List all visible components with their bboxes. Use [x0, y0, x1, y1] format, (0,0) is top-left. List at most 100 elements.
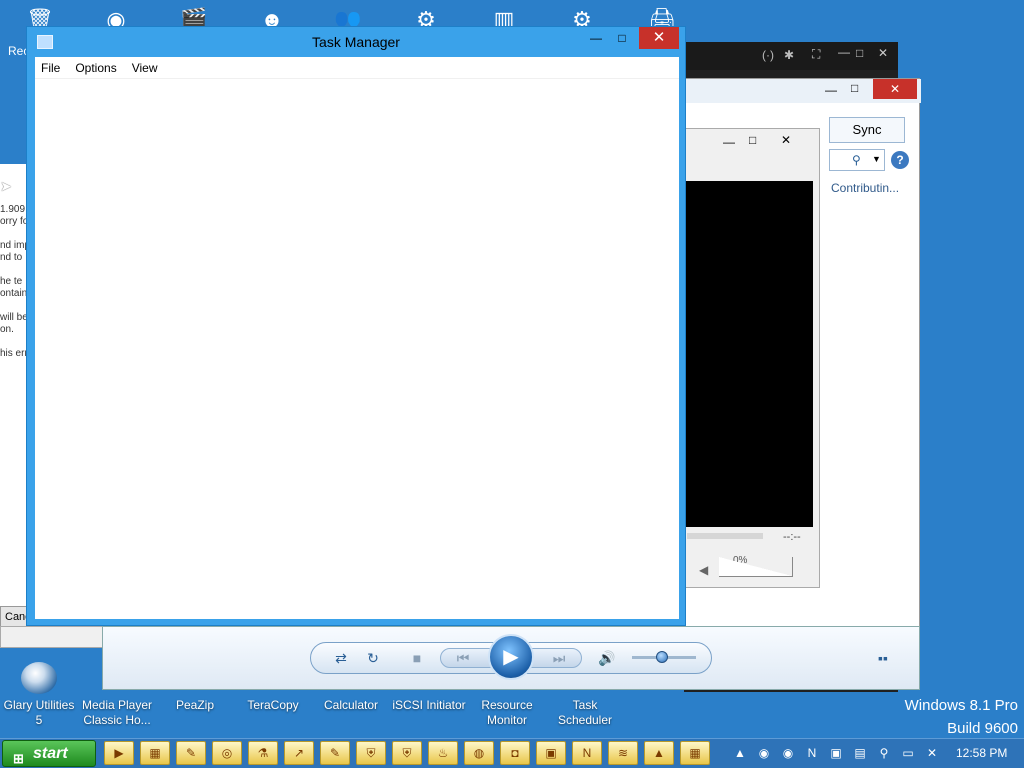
menu-options[interactable]: Options — [75, 61, 116, 75]
dialog-text-line: he te — [0, 276, 23, 287]
minimize-icon[interactable]: — — [838, 45, 850, 59]
taskbar-app-icon[interactable]: ♨ — [428, 741, 458, 765]
fullscreen-icon[interactable]: ⛶ — [812, 47, 820, 62]
start-button[interactable]: ⊞ start — [2, 740, 96, 767]
dialog-text-line: ontain — [0, 288, 28, 299]
task-manager-body[interactable]: File Options View — [35, 57, 679, 619]
desktop-icon[interactable]: Task Scheduler — [546, 662, 624, 728]
tray-icon[interactable]: ◉ — [756, 745, 772, 761]
desktop-icon-label: Resource Monitor — [481, 698, 533, 727]
taskbar-app-icon[interactable]: ◘ — [500, 741, 530, 765]
tray-icon[interactable]: ✕ — [924, 745, 940, 761]
tray-icon[interactable]: ▭ — [900, 745, 916, 761]
clock[interactable]: 12:58 PM — [956, 746, 1007, 760]
desktop-icon[interactable]: PeaZip — [156, 662, 234, 713]
desktop-icon[interactable]: Media Player Classic Ho... — [78, 662, 156, 728]
dialog-text-line: nd to — [0, 252, 23, 263]
tray-icon[interactable]: ▤ — [852, 745, 868, 761]
desktop-icon-label: Calculator — [323, 698, 379, 712]
watermark-edition: Windows 8.1 Pro — [904, 697, 1018, 714]
search-box[interactable]: ⚲ ▼ — [829, 149, 885, 171]
windows-watermark: Windows 8.1 Pro Build 9600 — [905, 694, 1018, 740]
maximize-icon[interactable]: □ — [856, 46, 863, 60]
switch-to-library-icon[interactable]: ▪▪ — [872, 648, 894, 668]
video-area[interactable] — [685, 181, 813, 527]
desktop-icon[interactable]: Calculator — [312, 662, 390, 713]
search-icon: ⚲ — [852, 153, 861, 167]
taskbar-app-icon[interactable]: ◎ — [212, 741, 242, 765]
wifi-signal-icon: (·) — [762, 48, 774, 62]
task-manager-window[interactable]: Task Manager — □ ✕ File Options View — [26, 26, 686, 626]
equalizer-icon: ✱ — [784, 48, 795, 62]
taskbar-app-icon[interactable]: ▦ — [140, 741, 170, 765]
close-icon[interactable]: ✕ — [878, 46, 888, 60]
tray-icon[interactable]: ⚲ — [876, 745, 892, 761]
taskbar-app-icon[interactable]: ↗ — [284, 741, 314, 765]
close-icon[interactable]: ✕ — [873, 79, 917, 99]
desktop-icon[interactable]: TeraCopy — [234, 662, 312, 713]
dialog-text-line — [0, 300, 29, 312]
volume-wedge[interactable] — [719, 557, 793, 577]
tray-icon[interactable]: ▣ — [828, 745, 844, 761]
taskbar-app-icon[interactable]: ✎ — [176, 741, 206, 765]
dialog-text-line: orry fo — [0, 216, 29, 227]
media-player-titlebar[interactable]: (·) ✱ ⛶ — □ ✕ — [684, 42, 898, 70]
start-label: start — [33, 745, 68, 762]
taskbar-app-icon[interactable]: ◍ — [464, 741, 494, 765]
minimize-icon[interactable]: — — [723, 135, 735, 149]
mouse-cursor-icon: ➤ — [0, 178, 12, 194]
desktop-icon-label: Task Scheduler — [557, 698, 613, 727]
seek-bar[interactable] — [687, 533, 763, 539]
maximize-button[interactable]: □ — [609, 27, 635, 49]
dialog-text-line: nd imp — [0, 240, 30, 251]
taskbar-app-icon[interactable]: ⚗ — [248, 741, 278, 765]
chevron-down-icon[interactable]: ▼ — [872, 154, 881, 164]
dialog-text-line — [0, 228, 29, 240]
taskbar-app-icon[interactable]: ≋ — [608, 741, 638, 765]
taskbar-app-icon[interactable]: ▲ — [644, 741, 674, 765]
tray-icon[interactable]: ◉ — [780, 745, 796, 761]
taskbar-app-icon[interactable]: ⛨ — [392, 741, 422, 765]
desktop-icon[interactable]: Resource Monitor — [468, 662, 546, 728]
glary-utilities-icon — [21, 662, 57, 694]
windows-flag-icon: ⊞ — [13, 751, 24, 766]
taskbar-app-icon[interactable]: ▦ — [680, 741, 710, 765]
dialog-text-line — [0, 264, 29, 276]
dialog-text-line: his err — [0, 348, 28, 359]
help-icon[interactable]: ? — [891, 151, 909, 169]
tray-icon[interactable]: ▲ — [732, 745, 748, 761]
tab-sync[interactable]: Sync — [829, 117, 905, 143]
minimize-button[interactable]: — — [583, 27, 609, 49]
close-button[interactable]: ✕ — [639, 27, 679, 49]
dialog-text-line — [0, 336, 29, 348]
desktop-icon-label: PeaZip — [175, 698, 215, 712]
desktop-icon-label: TeraCopy — [247, 698, 299, 712]
dialog-text-line: on. — [0, 324, 14, 335]
desktop-icon-label: iSCSI Initiator — [392, 698, 466, 712]
tray-icon[interactable]: N — [804, 745, 820, 761]
taskbar-app-icon[interactable]: ⛨ — [356, 741, 386, 765]
volume-slider-knob[interactable] — [656, 651, 668, 663]
desktop-icon-label: Glary Utilities 5 — [3, 698, 75, 727]
menu-bar: File Options View — [35, 57, 679, 79]
desktop-icon-label: Media Player Classic Ho... — [81, 698, 153, 727]
dialog-text-line: will be — [0, 312, 28, 323]
menu-view[interactable]: View — [132, 61, 158, 75]
maximize-icon[interactable]: □ — [749, 133, 756, 147]
menu-file[interactable]: File — [41, 61, 60, 75]
desktop-icon[interactable]: Glary Utilities 5 — [0, 662, 78, 728]
taskbar-app-icon[interactable]: ✎ — [320, 741, 350, 765]
maximize-icon[interactable]: □ — [851, 81, 858, 95]
taskbar-app-icon[interactable]: ▣ — [536, 741, 566, 765]
video-window[interactable]: — □ ✕ --:-- ◀ 0% — [684, 128, 820, 588]
library-titlebar[interactable]: — □ ✕ — [685, 79, 921, 103]
taskbar-app-icon[interactable]: ▶ — [104, 741, 134, 765]
taskbar-app-icon[interactable]: N — [572, 741, 602, 765]
speaker-icon[interactable]: ◀ — [699, 563, 708, 577]
dialog-text-line: 1.909 — [0, 204, 26, 215]
contributing-column-header[interactable]: Contributin... — [831, 181, 899, 195]
minimize-icon[interactable]: — — [825, 83, 837, 97]
watermark-build: Build 9600 — [947, 720, 1018, 737]
desktop-icon[interactable]: iSCSI Initiator — [390, 662, 468, 713]
close-icon[interactable]: ✕ — [781, 133, 791, 147]
